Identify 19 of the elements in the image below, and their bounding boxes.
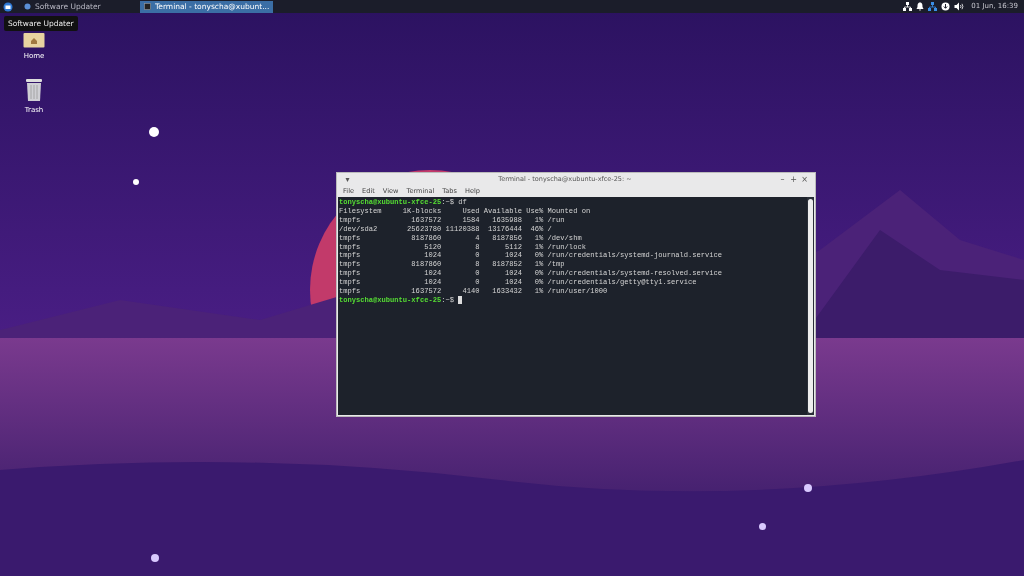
terminal-icon xyxy=(144,3,151,10)
trash-icon[interactable] xyxy=(25,78,43,102)
network-icon[interactable] xyxy=(903,2,913,11)
window-control-button[interactable]: + xyxy=(788,174,799,185)
updater-icon xyxy=(24,3,31,10)
star-dot xyxy=(133,179,139,185)
window-menu-button[interactable]: ▾ xyxy=(342,174,353,185)
window-control-button[interactable]: – xyxy=(777,174,788,185)
star-dot xyxy=(151,554,159,562)
home-folder-icon[interactable] xyxy=(23,32,45,48)
star-dot xyxy=(804,484,812,492)
star-dot xyxy=(759,523,766,530)
scrollbar[interactable] xyxy=(807,197,814,415)
window-control-button[interactable]: × xyxy=(799,174,810,185)
bell-icon[interactable] xyxy=(916,2,925,11)
volume-icon[interactable] xyxy=(954,2,965,11)
update-icon[interactable] xyxy=(941,2,951,11)
app-menu-icon[interactable] xyxy=(3,1,13,12)
star-dot xyxy=(149,127,159,137)
